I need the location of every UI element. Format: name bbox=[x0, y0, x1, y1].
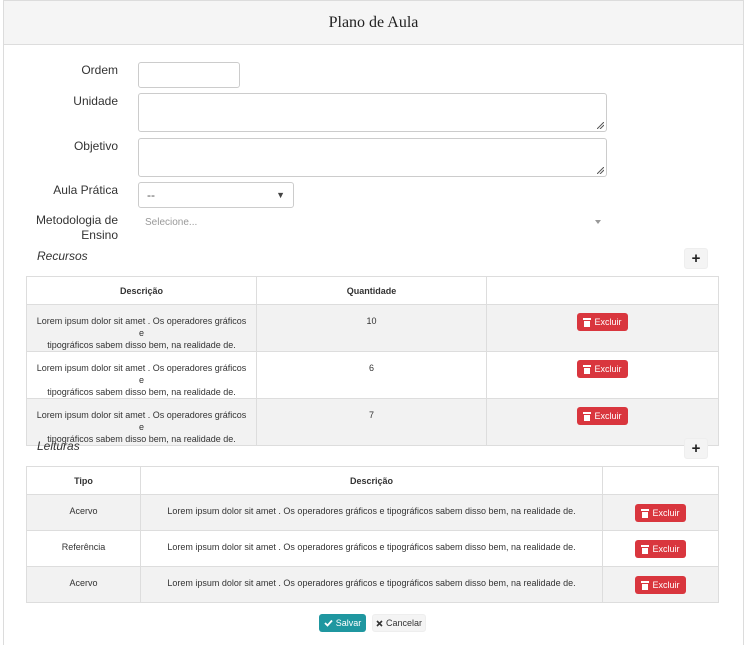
aula-pratica-value: -- bbox=[147, 188, 155, 202]
recurso-action-cell: Excluir bbox=[486, 351, 719, 399]
table-row: Lorem ipsum dolor sit amet . Os operador… bbox=[26, 398, 719, 446]
leituras-title: Leituras bbox=[37, 439, 80, 453]
excluir-button[interactable]: Excluir bbox=[635, 540, 686, 558]
trash-icon bbox=[641, 580, 650, 590]
column-header bbox=[486, 276, 719, 305]
leituras-table: Tipo Descrição Acervo Lorem ipsum dolor … bbox=[26, 466, 719, 603]
table-row: Acervo Lorem ipsum dolor sit amet . Os o… bbox=[26, 494, 719, 531]
unidade-label: Unidade bbox=[73, 94, 118, 108]
excluir-button[interactable]: Excluir bbox=[577, 407, 628, 425]
salvar-button[interactable]: Salvar bbox=[319, 614, 366, 632]
trash-icon bbox=[583, 364, 592, 374]
table-row: Lorem ipsum dolor sit amet . Os operador… bbox=[26, 304, 719, 352]
resize-handle-icon[interactable] bbox=[597, 122, 604, 129]
plus-icon: + bbox=[691, 250, 701, 267]
leitura-tipo: Acervo bbox=[26, 494, 141, 531]
table-header-row: Tipo Descrição bbox=[26, 466, 719, 495]
page-title: Plano de Aula bbox=[328, 13, 419, 31]
caret-down-icon bbox=[595, 220, 601, 224]
leitura-tipo: Referência bbox=[26, 530, 141, 567]
aula-pratica-select[interactable]: -- ▼ bbox=[138, 182, 294, 208]
excluir-label: Excluir bbox=[594, 411, 622, 421]
column-header: Descrição bbox=[140, 466, 603, 495]
table-row: Lorem ipsum dolor sit amet . Os operador… bbox=[26, 351, 719, 399]
cancelar-button[interactable]: Cancelar bbox=[372, 614, 426, 632]
excluir-label: Excluir bbox=[652, 508, 680, 518]
table-row: Referência Lorem ipsum dolor sit amet . … bbox=[26, 530, 719, 567]
metodologia-label-line1: Metodologia de bbox=[35, 213, 118, 227]
objetivo-label: Objetivo bbox=[73, 139, 118, 153]
recursos-title: Recursos bbox=[37, 249, 88, 263]
salvar-label: Salvar bbox=[335, 618, 362, 628]
leitura-action-cell: Excluir bbox=[602, 494, 719, 531]
descricao-line: Lorem ipsum dolor sit amet . Os operador… bbox=[36, 363, 247, 385]
recurso-quantidade: 6 bbox=[256, 351, 487, 399]
leitura-action-cell: Excluir bbox=[602, 530, 719, 567]
column-header: Descrição bbox=[26, 276, 257, 305]
metodologia-label: Metodologia de Ensino bbox=[30, 213, 118, 243]
resize-handle-icon[interactable] bbox=[597, 167, 604, 174]
metodologia-select[interactable]: Selecione... bbox=[145, 214, 601, 230]
excluir-label: Excluir bbox=[594, 364, 622, 374]
descricao-line: tipográficos sabem disso bem, na realida… bbox=[47, 340, 236, 350]
column-header: Tipo bbox=[26, 466, 141, 495]
recurso-action-cell: Excluir bbox=[486, 304, 719, 352]
trash-icon bbox=[641, 544, 650, 554]
column-header bbox=[602, 466, 719, 495]
x-icon bbox=[376, 619, 383, 627]
descricao-line: Lorem ipsum dolor sit amet . Os operador… bbox=[36, 410, 247, 432]
metodologia-label-line2: Ensino bbox=[81, 228, 118, 242]
panel-header: Plano de Aula bbox=[4, 1, 743, 45]
recursos-table: Descrição Quantidade Lorem ipsum dolor s… bbox=[26, 276, 719, 446]
leitura-descricao: Lorem ipsum dolor sit amet . Os operador… bbox=[140, 566, 603, 603]
recurso-quantidade: 10 bbox=[256, 304, 487, 352]
table-row: Acervo Lorem ipsum dolor sit amet . Os o… bbox=[26, 566, 719, 603]
plus-icon: + bbox=[691, 440, 701, 457]
leitura-descricao: Lorem ipsum dolor sit amet . Os operador… bbox=[140, 494, 603, 531]
add-leitura-button[interactable]: + bbox=[684, 438, 708, 459]
excluir-button[interactable]: Excluir bbox=[577, 360, 628, 378]
trash-icon bbox=[641, 508, 650, 518]
trash-icon bbox=[583, 411, 592, 421]
column-header: Quantidade bbox=[256, 276, 487, 305]
excluir-button[interactable]: Excluir bbox=[577, 313, 628, 331]
ordem-input[interactable] bbox=[138, 62, 240, 88]
check-icon bbox=[324, 619, 333, 627]
excluir-label: Excluir bbox=[652, 580, 680, 590]
recurso-descricao: Lorem ipsum dolor sit amet . Os operador… bbox=[26, 304, 257, 352]
aula-pratica-label: Aula Prática bbox=[53, 183, 118, 197]
leitura-descricao: Lorem ipsum dolor sit amet . Os operador… bbox=[140, 530, 603, 567]
leitura-action-cell: Excluir bbox=[602, 566, 719, 603]
add-recurso-button[interactable]: + bbox=[684, 248, 708, 269]
cancelar-label: Cancelar bbox=[385, 618, 423, 628]
table-header-row: Descrição Quantidade bbox=[26, 276, 719, 305]
recurso-descricao: Lorem ipsum dolor sit amet . Os operador… bbox=[26, 351, 257, 399]
excluir-button[interactable]: Excluir bbox=[635, 576, 686, 594]
metodologia-placeholder: Selecione... bbox=[145, 216, 198, 228]
trash-icon bbox=[583, 317, 592, 327]
ordem-label: Ordem bbox=[81, 63, 118, 77]
unidade-textarea[interactable] bbox=[138, 93, 607, 132]
excluir-button[interactable]: Excluir bbox=[635, 504, 686, 522]
descricao-line: Lorem ipsum dolor sit amet . Os operador… bbox=[36, 316, 247, 338]
leitura-tipo: Acervo bbox=[26, 566, 141, 603]
excluir-label: Excluir bbox=[594, 317, 622, 327]
descricao-line: tipográficos sabem disso bem, na realida… bbox=[47, 387, 236, 397]
caret-down-icon: ▼ bbox=[276, 190, 285, 200]
objetivo-textarea[interactable] bbox=[138, 138, 607, 177]
recurso-quantidade: 7 bbox=[256, 398, 487, 446]
excluir-label: Excluir bbox=[652, 544, 680, 554]
